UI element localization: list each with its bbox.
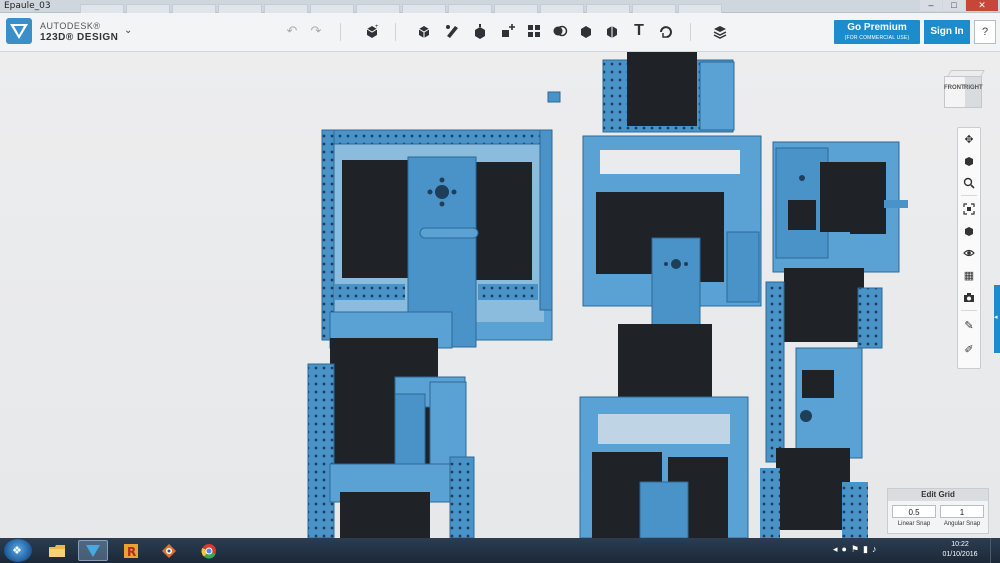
- hide-mesh-icon[interactable]: ✐: [960, 340, 978, 358]
- angular-snap-label: Angular Snap: [943, 521, 981, 527]
- zoom-icon[interactable]: [960, 174, 978, 192]
- clock-date: 01/10/2016: [942, 551, 978, 558]
- material-box-icon[interactable]: [602, 21, 622, 41]
- right-assembly: [760, 141, 908, 538]
- left-upper-bracket: [321, 129, 553, 349]
- materials-icon[interactable]: ▦: [960, 266, 978, 284]
- show-desktop-button[interactable]: [990, 538, 1000, 563]
- file-explorer-icon[interactable]: [42, 540, 72, 561]
- window-title: Epaule_03: [4, 1, 51, 11]
- view-cube-right-label: RIGHT: [964, 85, 983, 91]
- layers-icon[interactable]: [710, 21, 730, 41]
- combine-icon[interactable]: [550, 21, 570, 41]
- tray-flag-icon[interactable]: ⚑: [851, 544, 859, 558]
- snap-icon[interactable]: [656, 21, 676, 41]
- pan-icon[interactable]: ✥: [960, 130, 978, 148]
- help-button[interactable]: ?: [974, 20, 996, 44]
- view-cube[interactable]: FRONT RIGHT: [938, 68, 985, 112]
- premium-title: Go Premium: [847, 22, 907, 33]
- browser-tabs: [80, 1, 780, 14]
- 3d-viewport[interactable]: FRONT RIGHT ✥ ▦ ✎ ✐ ◂: [0, 52, 1000, 538]
- taskbar-clock[interactable]: 10:22 01/10/2016: [940, 540, 980, 560]
- svg-text:R: R: [127, 545, 136, 559]
- side-panel-toggle[interactable]: ◂: [994, 285, 1000, 353]
- navigation-bar: ✥ ▦ ✎ ✐: [957, 127, 981, 369]
- start-button[interactable]: ❖: [4, 539, 32, 562]
- visibility-eye-icon[interactable]: [960, 244, 978, 262]
- app-logo: [6, 18, 32, 44]
- measure-icon[interactable]: [576, 21, 596, 41]
- group-icon[interactable]: [524, 21, 544, 41]
- toolbar-divider: [395, 23, 396, 41]
- maximize-button[interactable]: □: [943, 0, 965, 11]
- hide-sketch-icon[interactable]: ✎: [960, 316, 978, 334]
- tray-volume-icon[interactable]: ♪: [872, 544, 877, 558]
- toolbar-divider: [690, 23, 691, 41]
- redo-icon[interactable]: ↷: [306, 21, 326, 41]
- eye-app-taskbar-icon[interactable]: [154, 540, 184, 561]
- screenshot-camera-icon[interactable]: [960, 288, 978, 306]
- modify-icon[interactable]: [470, 21, 490, 41]
- tray-app-icon[interactable]: ●: [842, 544, 847, 558]
- orbit-icon[interactable]: [960, 152, 978, 170]
- premium-subtitle: (FOR COMMERCIAL USE): [844, 35, 910, 41]
- middle-assembly: [579, 52, 762, 538]
- app-menu-caret-icon[interactable]: ⌄: [124, 25, 132, 36]
- edit-grid-title[interactable]: Edit Grid: [888, 489, 988, 501]
- angular-snap-field[interactable]: 1: [940, 505, 984, 518]
- linear-snap-label: Linear Snap: [897, 521, 931, 527]
- title-bar: Epaule_03 – □ ✕: [0, 0, 1000, 14]
- brand-line2: 123D® DESIGN: [40, 32, 119, 43]
- app-r-taskbar-icon[interactable]: R: [116, 540, 146, 561]
- svg-text:+: +: [375, 24, 379, 30]
- go-premium-button[interactable]: Go Premium (FOR COMMERCIAL USE): [834, 20, 920, 44]
- construct-icon[interactable]: [442, 21, 462, 41]
- chrome-icon[interactable]: [194, 540, 224, 561]
- left-lower-bracket: [307, 338, 475, 538]
- robot-model-render[interactable]: [0, 52, 1000, 538]
- undo-icon[interactable]: ↶: [282, 21, 302, 41]
- brand-line1: AUTODESK®: [40, 21, 101, 31]
- toolbar-divider: [340, 23, 341, 41]
- window-controls: – □ ✕: [920, 0, 998, 12]
- primitives-icon[interactable]: +: [362, 21, 382, 41]
- tray-network-icon[interactable]: ▮: [863, 544, 868, 558]
- edit-grid-panel: Edit Grid 0.5 1 Linear Snap Angular Snap: [887, 488, 989, 534]
- sign-in-button[interactable]: Sign In: [924, 20, 970, 44]
- app-brand[interactable]: AUTODESK® 123D® DESIGN: [40, 21, 118, 43]
- text-icon[interactable]: T: [629, 21, 649, 41]
- close-button[interactable]: ✕: [966, 0, 998, 11]
- perspective-icon[interactable]: [960, 222, 978, 240]
- 123d-design-taskbar-icon[interactable]: [78, 540, 108, 561]
- windows-taskbar: ❖ R ◂ ● ⚑ ▮ ♪ 10:22 01/10/2016: [0, 538, 1000, 563]
- linear-snap-field[interactable]: 0.5: [892, 505, 936, 518]
- system-tray: ◂ ● ⚑ ▮ ♪: [833, 544, 877, 558]
- view-cube-front-label: FRONT: [944, 85, 965, 91]
- tray-expand-icon[interactable]: ◂: [833, 544, 838, 558]
- clock-time: 10:22: [951, 541, 969, 548]
- fit-icon[interactable]: [960, 200, 978, 218]
- sketch-icon[interactable]: [414, 21, 434, 41]
- minimize-button[interactable]: –: [920, 0, 942, 11]
- pattern-icon[interactable]: [498, 21, 518, 41]
